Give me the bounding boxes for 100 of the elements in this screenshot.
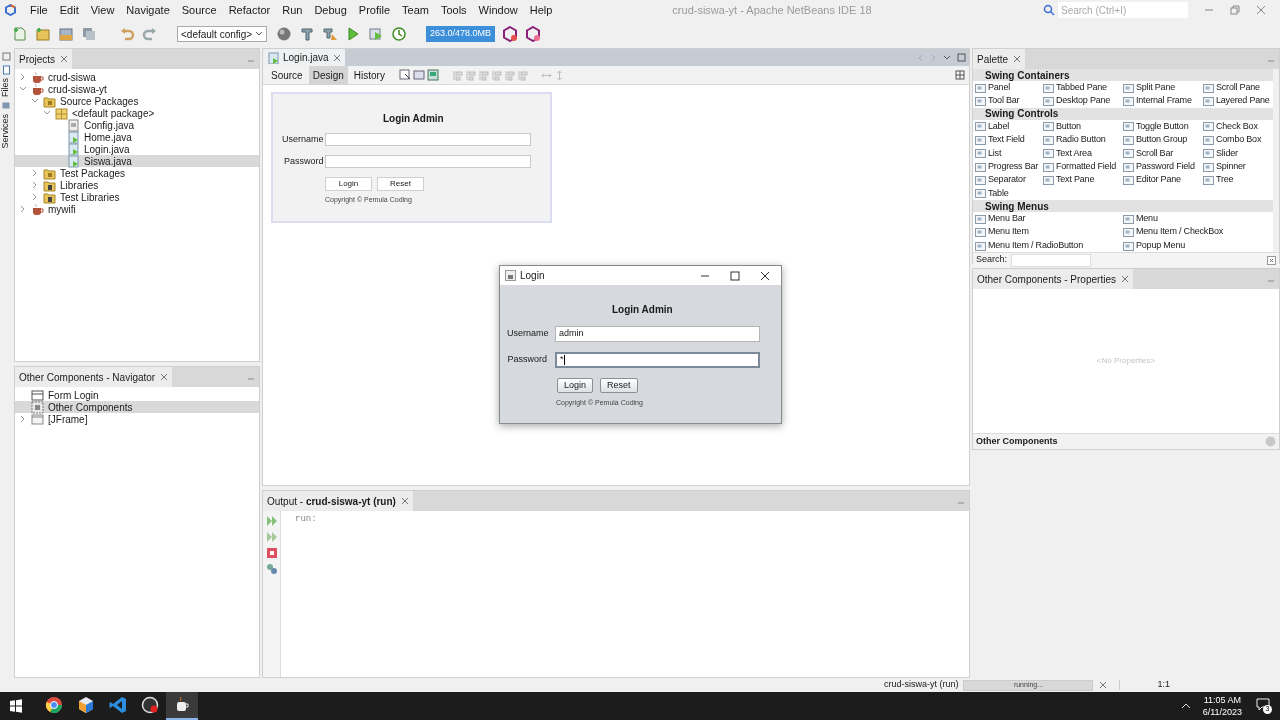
align-icon[interactable] bbox=[465, 69, 477, 81]
palette-item[interactable]: Scroll Bar bbox=[1123, 146, 1203, 160]
outline-row[interactable]: Test Libraries bbox=[15, 191, 259, 203]
menubar-entry[interactable]: File bbox=[30, 1, 48, 19]
outline-row[interactable]: Other Components bbox=[15, 401, 259, 413]
align-icon[interactable] bbox=[491, 69, 503, 81]
outline-row[interactable]: [JFrame] bbox=[15, 413, 259, 425]
palette-section[interactable]: Swing Controls bbox=[973, 107, 1273, 120]
view-tab[interactable]: History bbox=[349, 65, 389, 85]
palette-item[interactable]: Tabbed Pane bbox=[1043, 81, 1123, 95]
palette-item[interactable]: Layered Pane bbox=[1203, 94, 1271, 108]
palette-item[interactable]: Text Pane bbox=[1043, 173, 1123, 187]
palette-item[interactable]: Menu Item / RadioButton bbox=[975, 238, 1123, 253]
new-file-icon[interactable] bbox=[12, 26, 28, 42]
chevron-right-icon[interactable] bbox=[19, 73, 27, 81]
text-field[interactable] bbox=[325, 133, 531, 146]
palette-item[interactable]: Radio Button bbox=[1043, 133, 1123, 147]
window-tab[interactable]: Other Components - Properties bbox=[973, 269, 1133, 289]
palette-item[interactable]: Label bbox=[975, 119, 1043, 134]
text-field[interactable]: admin bbox=[555, 326, 760, 342]
palette-item[interactable]: Menu bbox=[1123, 212, 1271, 226]
palette-item[interactable]: Tree bbox=[1203, 173, 1271, 187]
outline-row[interactable]: Test Packages bbox=[15, 167, 259, 179]
outline-row[interactable]: Config.java bbox=[15, 119, 259, 131]
form-button[interactable]: Reset bbox=[377, 177, 424, 191]
form-button[interactable]: Login bbox=[325, 177, 372, 191]
align-icon[interactable] bbox=[517, 69, 529, 81]
window-tab[interactable]: Palette bbox=[973, 49, 1026, 69]
palette-item[interactable]: Formatted Field bbox=[1043, 159, 1123, 174]
clear-icon[interactable] bbox=[1267, 255, 1276, 265]
hammer-broom-icon[interactable] bbox=[322, 26, 338, 42]
menubar-entry[interactable]: Tools bbox=[440, 1, 467, 19]
palette-item[interactable]: Progress Bar bbox=[975, 159, 1043, 174]
scroll-left-icon[interactable] bbox=[917, 53, 924, 62]
config-dropdown[interactable]: <default config> bbox=[177, 26, 267, 42]
outline-row[interactable]: <default package> bbox=[15, 107, 259, 119]
menubar-entry[interactable]: Help bbox=[529, 1, 553, 19]
selection-mode-icon[interactable] bbox=[398, 69, 411, 81]
search-field[interactable]: Search (Ctrl+I) bbox=[1058, 2, 1188, 18]
palette-item[interactable]: Internal Frame bbox=[1123, 94, 1203, 108]
rerun-icon[interactable] bbox=[265, 515, 278, 527]
menubar-entry[interactable]: View bbox=[90, 1, 115, 19]
form-button[interactable]: Login bbox=[557, 378, 594, 393]
preview-icon[interactable] bbox=[426, 69, 439, 81]
form-button[interactable]: Reset bbox=[600, 378, 638, 393]
palette-item[interactable]: Menu Item / CheckBox bbox=[1123, 225, 1271, 239]
menubar-entry[interactable]: Navigate bbox=[126, 1, 170, 19]
window-tab[interactable]: Projects bbox=[15, 49, 73, 69]
rerun-icon[interactable] bbox=[265, 531, 278, 543]
palette-section[interactable]: Swing Containers bbox=[973, 69, 1273, 81]
outline-row[interactable]: crud-siswa-yt bbox=[15, 83, 259, 95]
clock-date[interactable]: 6/11/2023 bbox=[1202, 706, 1242, 718]
chevron-down-icon[interactable] bbox=[943, 53, 951, 62]
text-field[interactable]: * bbox=[555, 352, 760, 368]
chevron-up-icon[interactable] bbox=[1180, 702, 1191, 710]
palette-item[interactable]: Button Group bbox=[1123, 133, 1203, 147]
start-icon[interactable] bbox=[9, 699, 23, 713]
menubar-entry[interactable]: Edit bbox=[59, 1, 79, 19]
outline-row[interactable]: Form Login bbox=[15, 389, 259, 401]
palette-item[interactable]: Desktop Pane bbox=[1043, 94, 1123, 108]
editor-tab[interactable]: Login.java bbox=[263, 49, 345, 66]
menubar-entry[interactable]: Run bbox=[282, 1, 303, 19]
palette-item[interactable]: Text Field bbox=[975, 133, 1043, 147]
clock-time[interactable]: 11:05 AM bbox=[1203, 694, 1241, 706]
palette-item[interactable]: Button bbox=[1043, 119, 1123, 134]
side-tab[interactable]: Services bbox=[0, 101, 13, 149]
grid-icon[interactable] bbox=[955, 70, 965, 80]
outline-row[interactable]: Libraries bbox=[15, 179, 259, 191]
debug-icon[interactable] bbox=[368, 26, 384, 42]
search-field[interactable] bbox=[1011, 253, 1092, 267]
globe-icon[interactable] bbox=[276, 26, 292, 42]
palette-item[interactable]: Separator bbox=[975, 173, 1043, 187]
palette-item[interactable]: Panel bbox=[975, 81, 1043, 95]
outline-row[interactable]: Login.java bbox=[15, 143, 259, 155]
taskbar-button[interactable] bbox=[166, 692, 198, 720]
side-tab[interactable]: Files bbox=[0, 65, 13, 97]
palette-item[interactable]: Toggle Button bbox=[1123, 119, 1203, 134]
menubar-entry[interactable]: Debug bbox=[314, 1, 347, 19]
text-field[interactable] bbox=[325, 155, 531, 168]
outline-row[interactable]: Siswa.java bbox=[15, 155, 259, 167]
maximize-icon[interactable] bbox=[730, 270, 740, 281]
outline-row[interactable]: Home.java bbox=[15, 131, 259, 143]
menubar-entry[interactable]: Team bbox=[402, 1, 429, 19]
chevron-right-icon[interactable] bbox=[19, 415, 27, 423]
menubar-entry[interactable]: Window bbox=[478, 1, 518, 19]
palette-item[interactable]: Combo Box bbox=[1203, 133, 1271, 147]
align-icon[interactable] bbox=[478, 69, 490, 81]
run-icon[interactable] bbox=[345, 26, 361, 42]
new-project-icon[interactable] bbox=[35, 26, 51, 42]
palette-item[interactable]: Menu Bar bbox=[975, 212, 1123, 226]
window-tab[interactable]: Other Components - Navigator bbox=[15, 367, 173, 387]
outline-row[interactable]: Source Packages bbox=[15, 95, 259, 107]
redo-icon[interactable] bbox=[142, 26, 158, 42]
window-icon[interactable] bbox=[1, 52, 11, 61]
palette-item[interactable]: Spinner bbox=[1203, 159, 1271, 174]
palette-item[interactable]: Editor Pane bbox=[1123, 173, 1203, 187]
palette-item[interactable]: Popup Menu bbox=[1123, 238, 1271, 253]
close-icon[interactable] bbox=[760, 270, 770, 281]
palette-item[interactable]: Check Box bbox=[1203, 119, 1271, 134]
palette-section[interactable]: Swing Menus bbox=[973, 200, 1273, 213]
